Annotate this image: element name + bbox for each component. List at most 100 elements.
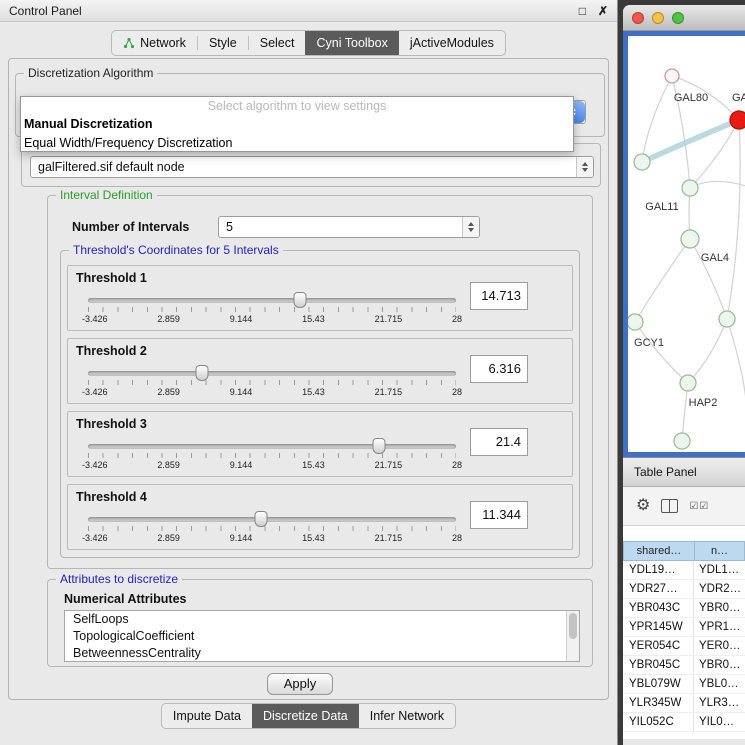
slider-thumb[interactable] [294,292,307,308]
network-edge[interactable] [727,120,740,319]
threshold-4-slider[interactable]: -3.426 2.859 9.144 15.43 21.715 28 [88,511,456,547]
table-row[interactable]: YIL052CYIL0… [623,713,745,732]
close-icon[interactable]: ✗ [598,5,608,17]
cell[interactable]: YBR0… [694,659,745,671]
network-node[interactable] [665,69,679,83]
network-node[interactable] [719,311,735,327]
column-header-shared-name[interactable]: shared… [623,541,694,561]
list-item-topologicalcoefficient[interactable]: TopologicalCoefficient [65,628,579,645]
tab-cyni-toolbox[interactable]: Cyni Toolbox [305,31,398,55]
cell[interactable]: YBR045C [623,656,694,674]
scale-label: 28 [452,460,462,470]
threshold-2-slider[interactable]: -3.426 2.859 9.144 15.43 21.715 28 [88,365,456,401]
slider-thumb[interactable] [372,438,385,454]
select-columns-checkboxes-icon[interactable]: ☑☑ [689,501,709,512]
table-row[interactable]: YBL079WYBL0… [623,675,745,694]
close-traffic-light[interactable] [632,12,644,24]
slider-track[interactable] [88,517,456,522]
cell[interactable]: YDR27… [623,580,694,598]
column-header-name[interactable]: n… [694,541,745,561]
discretization-algorithm-group-title: Discretization Algorithm [24,66,157,80]
selected-red-node[interactable] [730,111,745,129]
cell[interactable]: YER054C [623,637,694,655]
network-node-gcy1[interactable] [628,314,643,330]
table-row[interactable]: YER054CYER0… [623,637,745,656]
scale-label: 2.859 [157,460,180,470]
table-data-combobox[interactable]: galFiltered.sif default node [30,156,594,178]
scrollbar-thumb[interactable] [569,613,577,639]
float-window-icon[interactable]: □ [579,5,586,17]
cell[interactable]: YDL1… [694,564,745,576]
threshold-3-slider[interactable]: -3.426 2.859 9.144 15.43 21.715 28 [88,438,456,474]
scale-label: -3.426 [82,387,108,397]
network-node[interactable] [634,154,650,170]
network-edge[interactable] [727,319,745,400]
network-edge[interactable] [688,319,727,383]
number-of-intervals-combobox[interactable]: 5 [218,216,480,238]
threshold-1-value-field[interactable]: 14.713 [470,282,528,310]
zoom-traffic-light[interactable] [672,12,684,24]
cell[interactable]: YIL052C [623,713,694,731]
table-data-combobox-stepper[interactable] [576,157,593,177]
cell[interactable]: YIL0… [694,716,745,728]
cell[interactable]: YPR1… [694,621,745,633]
apply-button[interactable]: Apply [267,673,333,695]
threshold-4-value-field[interactable]: 11.344 [470,501,528,529]
table-row[interactable]: YBR043CYBR0… [623,599,745,618]
tab-discretize-data[interactable]: Discretize Data [252,704,359,728]
tab-network[interactable]: Network [112,31,197,55]
tab-jactivemodules[interactable]: jActiveModules [399,31,505,55]
network-edge[interactable] [690,239,727,319]
highlighted-network-edge[interactable] [642,120,739,162]
network-node-gal4[interactable] [681,230,699,248]
node-label-gal80: GAL80 [674,92,708,104]
network-edge[interactable] [635,322,688,383]
tab-infer-network[interactable]: Infer Network [359,704,455,728]
slider-ticks [88,526,456,531]
slider-thumb[interactable] [196,365,209,381]
cell[interactable]: YBR043C [623,599,694,617]
table-row[interactable]: YPR145WYPR1… [623,618,745,637]
table-row[interactable]: YDR27…YDR2… [623,580,745,599]
slider-track[interactable] [88,298,456,303]
number-of-intervals-stepper[interactable] [462,217,479,237]
threshold-3-value-field[interactable]: 21.4 [470,428,528,456]
network-edge[interactable] [682,383,688,441]
table-row[interactable]: YLR345WYLR3… [623,694,745,713]
table-row[interactable]: YBR045CYBR0… [623,656,745,675]
minimize-traffic-light[interactable] [652,12,664,24]
threshold-1-slider[interactable]: -3.426 2.859 9.144 15.43 21.715 28 [88,292,456,328]
cell[interactable]: YBR0… [694,602,745,614]
network-canvas[interactable]: GAL80 GA GAL11 GAL4 GCY1 HAP2 [628,36,745,452]
table-row[interactable]: YDL19…YDL1… [623,561,745,580]
slider-track[interactable] [88,371,456,376]
cell[interactable]: YDL19… [623,561,694,579]
tab-select[interactable]: Select [249,31,306,55]
cell[interactable]: YBL0… [694,678,745,690]
slider-track[interactable] [88,444,456,449]
cell[interactable]: YER0… [694,640,745,652]
cell[interactable]: YLR3… [694,697,745,709]
network-node[interactable] [682,180,698,196]
tab-style[interactable]: Style [198,31,248,55]
cell[interactable]: YDR2… [694,583,745,595]
option-equal-width-frequency[interactable]: Equal Width/Frequency Discretization [21,134,573,153]
network-node-hap2[interactable] [680,375,696,391]
option-manual-discretization[interactable]: Manual Discretization [21,115,573,134]
cell[interactable]: YBL079W [623,675,694,693]
cell[interactable]: YPR145W [623,618,694,636]
list-item-betweennesscentrality[interactable]: BetweennessCentrality [65,645,579,662]
tab-impute-data[interactable]: Impute Data [162,704,252,728]
numerical-attributes-label: Numerical Attributes [64,592,186,606]
list-scrollbar[interactable] [566,611,579,661]
network-node[interactable] [674,433,690,449]
thresholds-group-title: Threshold's Coordinates for 5 Intervals [69,243,283,257]
cell[interactable]: YLR345W [623,694,694,712]
gear-icon[interactable]: ⚙ [636,498,650,514]
column-selector-icon[interactable] [661,499,678,513]
threshold-2-value-field[interactable]: 6.316 [470,355,528,383]
network-graph: GAL80 GA GAL11 GAL4 GCY1 HAP2 [628,36,745,452]
network-edge[interactable] [635,239,690,322]
list-item-selfloops[interactable]: SelfLoops [65,611,579,628]
slider-thumb[interactable] [254,511,267,527]
